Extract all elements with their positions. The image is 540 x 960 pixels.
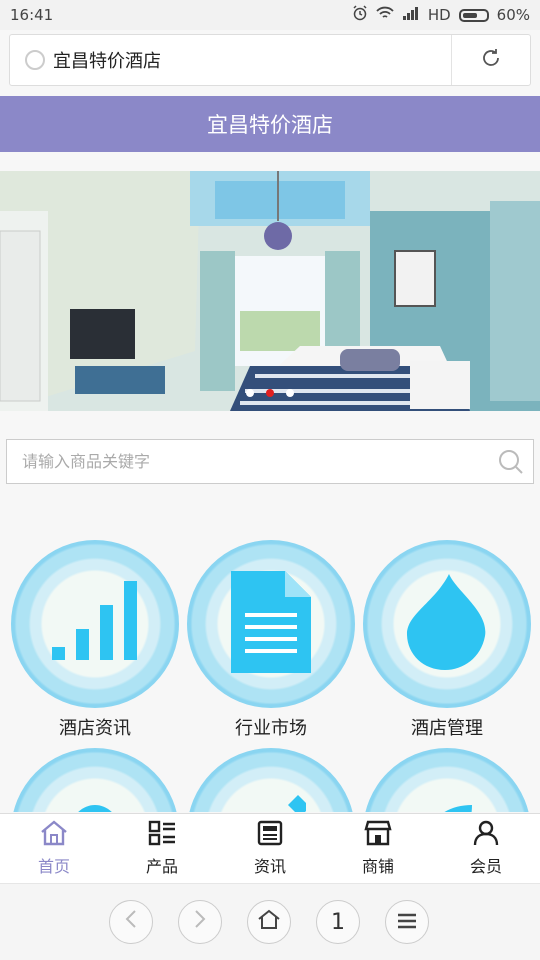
menu-icon [397, 910, 417, 935]
tab-news[interactable]: 资讯 [216, 814, 324, 883]
news-icon [256, 820, 284, 850]
category-item[interactable] [183, 748, 359, 812]
tab-label: 资讯 [253, 857, 286, 876]
category-icon-circle [187, 748, 355, 812]
home-icon [40, 820, 68, 850]
category-icon-circle [11, 540, 179, 708]
category-label: 酒店资讯 [59, 718, 131, 739]
tab-bar: 首页 产品 资讯 商铺 会员 [0, 813, 540, 883]
carousel-dot[interactable] [246, 389, 254, 397]
tabs-button[interactable]: 1 [316, 900, 360, 944]
grid-list-icon [148, 820, 176, 850]
bar-chart-icon [50, 577, 140, 671]
wifi-icon [376, 6, 394, 24]
status-time: 16:41 [10, 6, 54, 24]
category-icon-circle [11, 748, 179, 812]
category-label: 行业市场 [235, 718, 307, 739]
search-icon[interactable] [489, 440, 533, 484]
page-url-title[interactable]: 宜昌特价酒店 [53, 47, 451, 73]
battery-level: 60% [496, 6, 530, 24]
battery-icon [458, 8, 489, 22]
pencil-icon [236, 795, 310, 812]
carousel-indicators [0, 389, 540, 397]
carousel-dot[interactable] [286, 389, 294, 397]
category-grid: 酒店资讯 行业市场 酒店管理 [0, 540, 540, 812]
category-item[interactable] [7, 748, 183, 812]
reload-button[interactable] [451, 35, 530, 85]
banner-image [0, 171, 540, 411]
search-input[interactable] [7, 452, 489, 471]
user-icon [472, 820, 500, 850]
menu-button[interactable] [385, 900, 429, 944]
shop-icon [364, 820, 392, 850]
category-item[interactable] [359, 748, 535, 812]
home-button[interactable] [247, 900, 291, 944]
tab-label: 会员 [469, 857, 502, 876]
tab-products[interactable]: 产品 [108, 814, 216, 883]
tabs-count: 1 [331, 909, 345, 935]
category-hotel-management[interactable]: 酒店管理 [359, 540, 535, 740]
tab-label: 产品 [145, 857, 178, 876]
carousel-dot-active[interactable] [266, 389, 274, 397]
signal-icon [402, 6, 420, 24]
search-box [6, 439, 534, 484]
site-icon [25, 50, 45, 70]
site-header: 宜昌特价酒店 [0, 96, 540, 152]
tab-label: 首页 [37, 857, 70, 876]
tab-member[interactable]: 会员 [432, 814, 540, 883]
helmet-icon [60, 800, 130, 812]
document-icon [231, 571, 311, 677]
category-icon-circle [363, 540, 531, 708]
page-title: 宜昌特价酒店 [207, 113, 333, 137]
browser-toolbar: 1 [0, 883, 540, 960]
address-bar[interactable]: 宜昌特价酒店 [9, 34, 531, 86]
alarm-icon [352, 5, 368, 25]
back-button[interactable] [109, 900, 153, 944]
status-indicators: HD 60% [352, 5, 530, 25]
leaf-icon [412, 795, 482, 812]
chevron-left-icon [124, 909, 138, 935]
chevron-right-icon [193, 909, 207, 935]
tab-shop[interactable]: 商铺 [324, 814, 432, 883]
category-icon-circle [363, 748, 531, 812]
reload-icon [480, 47, 502, 73]
category-industry-market[interactable]: 行业市场 [183, 540, 359, 740]
tab-home[interactable]: 首页 [0, 814, 108, 883]
tab-label: 商铺 [361, 857, 394, 876]
drop-icon [405, 574, 489, 674]
category-icon-circle [187, 540, 355, 708]
category-label: 酒店管理 [411, 718, 483, 739]
banner-carousel[interactable] [0, 171, 540, 411]
category-hotel-news[interactable]: 酒店资讯 [7, 540, 183, 740]
home-icon [258, 909, 280, 935]
status-bar: 16:41 HD 60% [0, 0, 540, 30]
network-type: HD [427, 6, 451, 24]
forward-button[interactable] [178, 900, 222, 944]
